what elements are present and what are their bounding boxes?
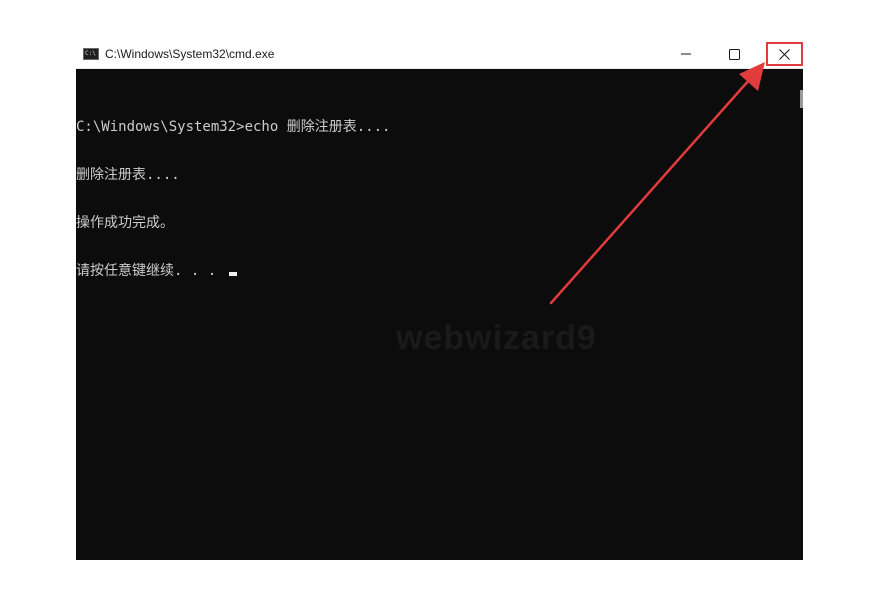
- console-line: 操作成功完成。: [76, 215, 174, 231]
- text-cursor: [228, 272, 237, 276]
- watermark: webwizard9: [396, 319, 597, 357]
- title-bar[interactable]: C:\Windows\System32\cmd.exe: [76, 39, 803, 69]
- cmd-app-icon[interactable]: [83, 48, 99, 60]
- maximize-button[interactable]: [711, 39, 757, 69]
- close-button[interactable]: [766, 42, 803, 66]
- console-output[interactable]: C:\Windows\System32>echo 删除注册表.... 删除注册表…: [76, 87, 791, 311]
- minimize-icon: [681, 53, 691, 55]
- minimize-button[interactable]: [663, 39, 709, 69]
- console-line: 请按任意键继续. . .: [76, 263, 225, 279]
- vertical-scrollbar[interactable]: [792, 69, 803, 560]
- close-icon: [779, 48, 790, 60]
- console-line: C:\Windows\System32>echo 删除注册表....: [76, 119, 391, 135]
- cmd-window: C:\Windows\System32\cmd.exe webwizard9: [76, 39, 803, 560]
- maximize-icon: [728, 48, 740, 60]
- screenshot-stage: C:\Windows\System32\cmd.exe webwizard9: [0, 0, 874, 598]
- scrollbar-thumb[interactable]: [800, 90, 803, 108]
- console-line: 删除注册表....: [76, 167, 180, 183]
- console-line-prompt: 请按任意键继续. . .: [76, 263, 791, 279]
- window-title: C:\Windows\System32\cmd.exe: [105, 47, 275, 61]
